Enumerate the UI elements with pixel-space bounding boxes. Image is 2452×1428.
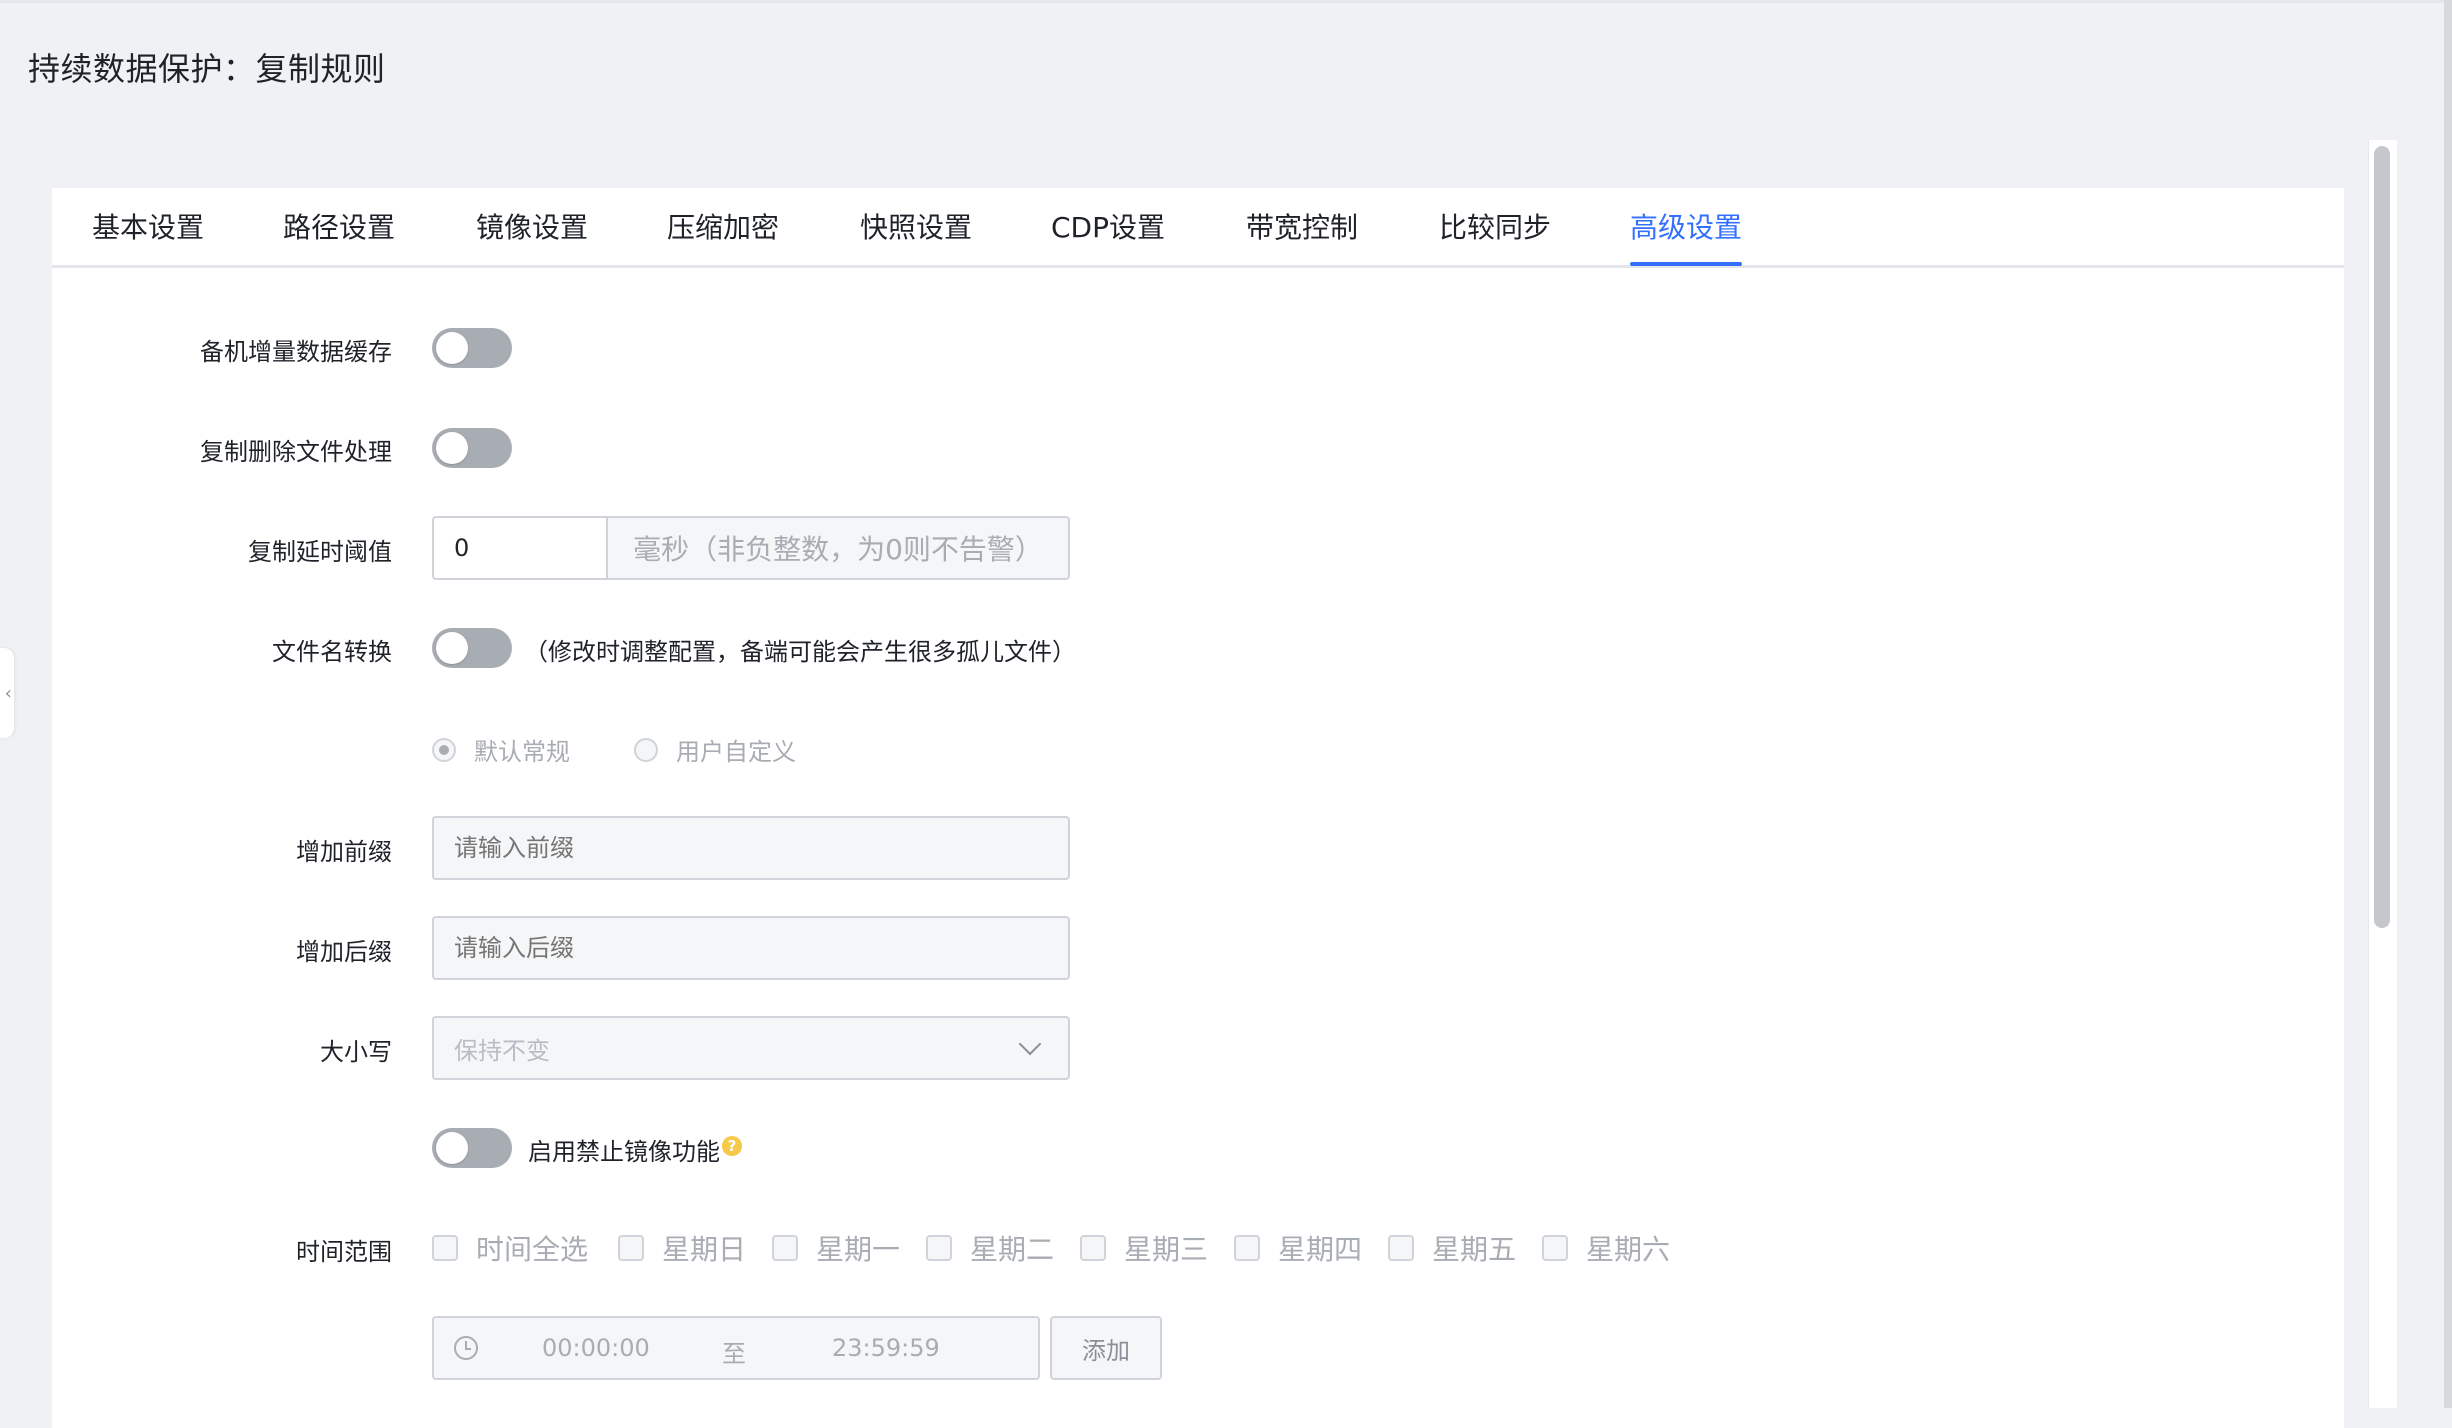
sidebar-collapse-handle[interactable]: ‹: [0, 648, 14, 738]
letter-case-select[interactable]: 保持不变: [432, 1016, 1070, 1080]
checkbox-label: 星期五: [1432, 1233, 1517, 1266]
prefix-label: 增加前缀: [296, 838, 392, 866]
delay-threshold-input[interactable]: 0: [432, 516, 608, 580]
checkbox-friday[interactable]: 星期五: [1388, 1228, 1516, 1268]
checkbox-label: 时间全选: [476, 1233, 589, 1266]
tab-path-settings[interactable]: 路径设置: [283, 206, 395, 246]
settings-card: 基本设置 路径设置 镜像设置 压缩加密 快照设置 CDP设置 带宽控制 比较同步…: [52, 188, 2344, 1428]
letter-case-label: 大小写: [320, 1038, 392, 1066]
standby-cache-switch[interactable]: [432, 328, 512, 368]
checkbox-box: [1080, 1235, 1106, 1261]
delay-threshold-unit: 毫秒（非负整数，为0则不告警）: [608, 516, 1070, 580]
checkbox-box: [1542, 1235, 1568, 1261]
filename-convert-label: 文件名转换: [272, 638, 392, 666]
time-range-picker[interactable]: 00:00:00 至 23:59:59: [432, 1316, 1040, 1380]
radio-custom-mode[interactable]: 用户自定义: [634, 732, 796, 767]
radio-default-mode[interactable]: 默认常规: [432, 732, 570, 767]
checkbox-sunday[interactable]: 星期日: [618, 1228, 746, 1268]
tab-advanced-settings[interactable]: 高级设置: [1630, 206, 1742, 246]
checkbox-label: 星期一: [816, 1233, 901, 1266]
radio-circle: [432, 737, 456, 762]
scrollbar-thumb[interactable]: [2374, 146, 2390, 928]
start-time[interactable]: 00:00:00: [542, 1334, 650, 1362]
time-range-label: 时间范围: [296, 1238, 392, 1266]
add-time-button[interactable]: 添加: [1050, 1316, 1162, 1380]
switch-knob: [436, 632, 468, 664]
tab-bar: 基本设置 路径设置 镜像设置 压缩加密 快照设置 CDP设置 带宽控制 比较同步…: [52, 188, 2344, 268]
checkbox-label: 星期日: [662, 1233, 747, 1266]
checkbox-label: 星期四: [1278, 1233, 1363, 1266]
checkbox-label: 星期六: [1586, 1233, 1671, 1266]
disable-mirror-label: 启用禁止镜像功能: [528, 1138, 720, 1166]
checkbox-wednesday[interactable]: 星期三: [1080, 1228, 1208, 1268]
checkbox-tuesday[interactable]: 星期二: [926, 1228, 1054, 1268]
checkbox-saturday[interactable]: 星期六: [1542, 1228, 1670, 1268]
suffix-input[interactable]: [432, 916, 1070, 980]
checkbox-label: 星期二: [970, 1233, 1055, 1266]
radio-label: 用户自定义: [676, 738, 796, 766]
filename-convert-note: （修改时调整配置，备端可能会产生很多孤儿文件）: [524, 638, 1076, 666]
checkbox-thursday[interactable]: 星期四: [1234, 1228, 1362, 1268]
delete-handling-switch[interactable]: [432, 428, 512, 468]
checkbox-box: [926, 1235, 952, 1261]
end-time[interactable]: 23:59:59: [832, 1334, 940, 1362]
checkbox-box: [1234, 1235, 1260, 1261]
checkbox-box: [772, 1235, 798, 1261]
checkbox-label: 星期三: [1124, 1233, 1209, 1266]
checkbox-box: [1388, 1235, 1414, 1261]
tab-basic-settings[interactable]: 基本设置: [92, 206, 204, 246]
tab-bandwidth-control[interactable]: 带宽控制: [1246, 206, 1358, 246]
switch-knob: [436, 332, 468, 364]
clock-icon: [454, 1336, 478, 1360]
switch-knob: [436, 432, 468, 464]
suffix-label: 增加后缀: [296, 938, 392, 966]
page-title: 持续数据保护：复制规则: [28, 50, 386, 88]
tab-compression-encryption[interactable]: 压缩加密: [667, 206, 779, 246]
checkbox-monday[interactable]: 星期一: [772, 1228, 900, 1268]
tab-mirror-settings[interactable]: 镜像设置: [476, 206, 588, 246]
time-separator: 至: [722, 1340, 746, 1368]
delete-handling-label: 复制删除文件处理: [200, 438, 392, 466]
standby-cache-label: 备机增量数据缓存: [200, 338, 392, 366]
radio-label: 默认常规: [474, 738, 570, 766]
delay-threshold-label: 复制延时阈值: [248, 538, 392, 566]
checkbox-box: [618, 1235, 644, 1261]
top-border: [0, 0, 2452, 3]
checkbox-box: [432, 1235, 458, 1261]
tab-snapshot-settings[interactable]: 快照设置: [860, 206, 972, 246]
prefix-input[interactable]: [432, 816, 1070, 880]
checkbox-select-all-time[interactable]: 时间全选: [432, 1228, 588, 1268]
select-value: 保持不变: [454, 1036, 550, 1065]
switch-knob: [436, 1132, 468, 1164]
filename-convert-switch[interactable]: [432, 628, 512, 668]
chevron-left-icon: ‹: [4, 682, 12, 704]
window-edge: [2444, 0, 2452, 1408]
radio-circle: [634, 737, 658, 762]
help-icon[interactable]: ?: [722, 1136, 742, 1156]
tab-compare-sync[interactable]: 比较同步: [1439, 206, 1551, 246]
active-tab-indicator: [1630, 262, 1742, 266]
disable-mirror-switch[interactable]: [432, 1128, 512, 1168]
tab-cdp-settings[interactable]: CDP设置: [1051, 206, 1165, 246]
